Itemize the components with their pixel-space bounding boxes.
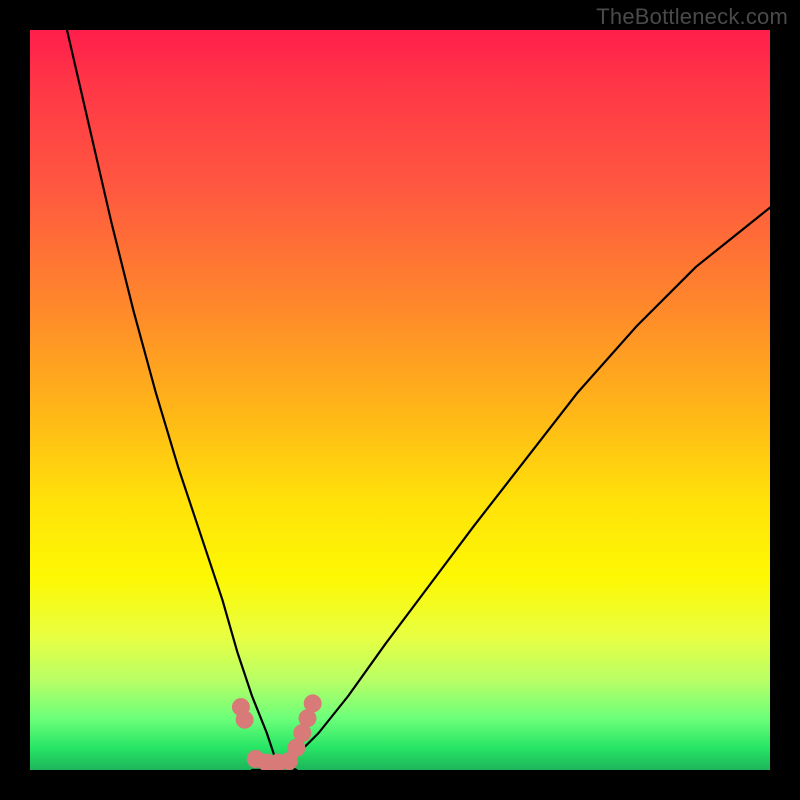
curves-layer xyxy=(30,30,770,770)
left-branch-curve xyxy=(67,30,296,770)
right-branch-curve xyxy=(252,208,770,770)
highlight-point xyxy=(304,694,322,712)
chart-frame: TheBottleneck.com xyxy=(0,0,800,800)
highlight-point xyxy=(236,711,254,729)
plot-area xyxy=(30,30,770,770)
highlight-markers xyxy=(232,694,322,770)
watermark-text: TheBottleneck.com xyxy=(596,4,788,30)
